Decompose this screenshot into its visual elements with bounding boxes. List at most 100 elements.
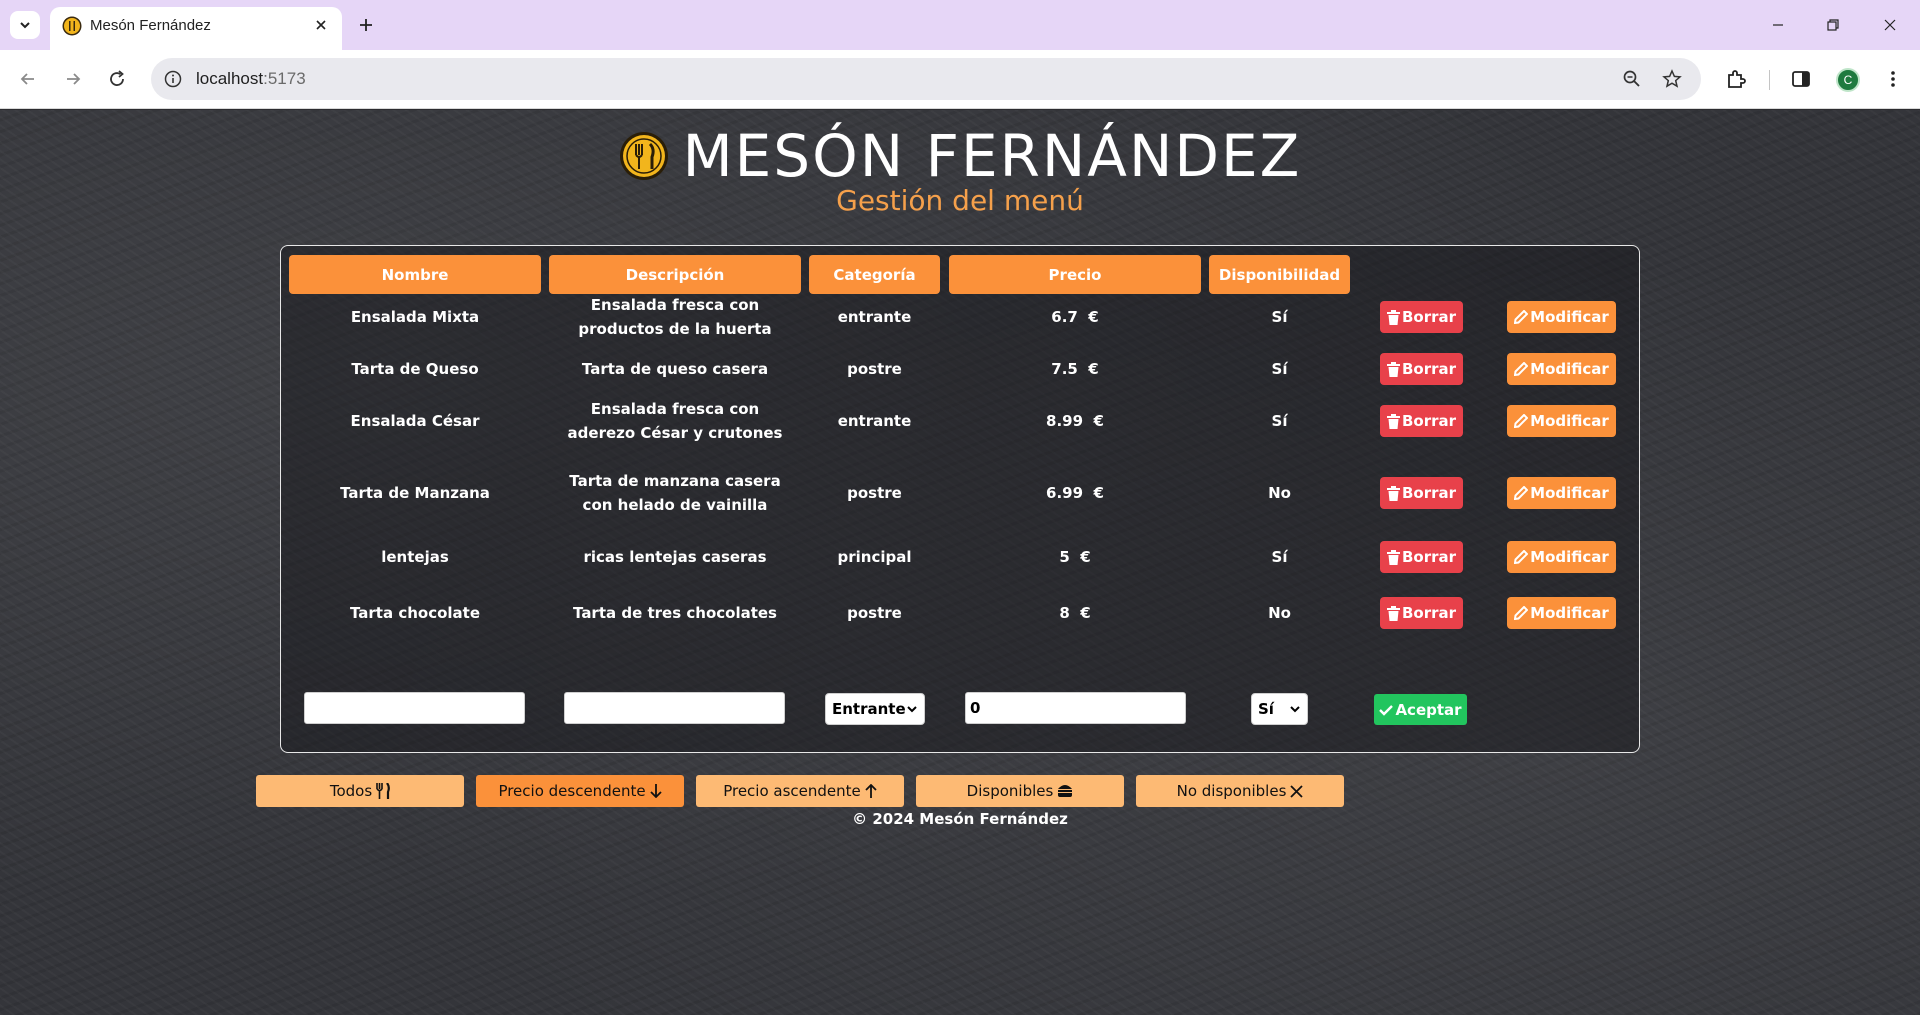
tab-search-button[interactable] bbox=[10, 11, 40, 39]
restore-icon bbox=[1827, 19, 1839, 31]
edit-button-label: Modificar bbox=[1530, 308, 1609, 326]
check-icon bbox=[1379, 704, 1394, 716]
cell-precio: 6.7 € bbox=[949, 293, 1201, 341]
delete-button[interactable]: Borrar bbox=[1380, 597, 1463, 629]
trash-icon bbox=[1386, 361, 1400, 377]
cell-precio: 7.5 € bbox=[949, 355, 1201, 383]
accept-button[interactable]: Aceptar bbox=[1374, 694, 1467, 725]
star-icon bbox=[1662, 69, 1682, 88]
info-icon bbox=[164, 70, 182, 88]
zoom-button[interactable] bbox=[1620, 67, 1644, 91]
cell-categoria: postre bbox=[847, 360, 902, 378]
filter-precio-ascendente-button[interactable]: Precio ascendente bbox=[696, 775, 904, 807]
edit-button[interactable]: Modificar bbox=[1507, 405, 1616, 437]
tab-close-button[interactable] bbox=[310, 14, 332, 36]
currency-symbol: € bbox=[1093, 484, 1104, 502]
delete-button[interactable]: Borrar bbox=[1380, 353, 1463, 385]
window-minimize-button[interactable] bbox=[1760, 10, 1796, 40]
categoria-select[interactable]: Entrante bbox=[825, 693, 925, 725]
edit-button[interactable]: Modificar bbox=[1507, 541, 1616, 573]
delete-button-label: Borrar bbox=[1401, 308, 1457, 326]
puzzle-icon bbox=[1728, 70, 1746, 88]
trash-icon bbox=[1386, 309, 1400, 325]
edit-button[interactable]: Modificar bbox=[1507, 301, 1616, 333]
page-title: MESÓN FERNÁNDEZ bbox=[682, 122, 1302, 190]
browser-menu-button[interactable] bbox=[1880, 66, 1906, 92]
delete-button-label: Borrar bbox=[1401, 604, 1457, 622]
cell-descripcion: Tarta de manzana casera con helado de va… bbox=[569, 472, 781, 514]
page-header: MESÓN FERNÁNDEZ Gestión del menú bbox=[0, 124, 1920, 217]
trash-icon bbox=[1386, 413, 1400, 429]
cell-nombre: lentejas bbox=[381, 548, 449, 566]
pencil-icon bbox=[1514, 310, 1529, 324]
currency-symbol: € bbox=[1088, 308, 1099, 326]
column-header-precio: Precio bbox=[949, 255, 1201, 294]
extensions-button[interactable] bbox=[1723, 66, 1749, 92]
delete-button[interactable]: Borrar bbox=[1380, 541, 1463, 573]
edit-button-label: Modificar bbox=[1530, 604, 1609, 622]
profile-avatar[interactable]: C bbox=[1836, 68, 1860, 92]
edit-button[interactable]: Modificar bbox=[1507, 597, 1616, 629]
trash-icon bbox=[1386, 605, 1400, 621]
minimize-icon bbox=[1773, 24, 1783, 26]
address-bar[interactable]: localhost:5173 bbox=[151, 58, 1701, 100]
url-host: localhost bbox=[196, 69, 264, 88]
filter-disponibles-button[interactable]: Disponibles bbox=[916, 775, 1124, 807]
filter-todos-button[interactable]: Todos bbox=[256, 775, 464, 807]
window-close-button[interactable] bbox=[1872, 10, 1908, 40]
window-restore-button[interactable] bbox=[1815, 10, 1851, 40]
delete-button-label: Borrar bbox=[1401, 412, 1457, 430]
precio-input[interactable]: 0 bbox=[965, 692, 1186, 724]
edit-button[interactable]: Modificar bbox=[1507, 477, 1616, 509]
delete-button[interactable]: Borrar bbox=[1380, 405, 1463, 437]
url-text[interactable]: localhost:5173 bbox=[196, 69, 306, 89]
cell-nombre: Ensalada Mixta bbox=[350, 308, 480, 326]
bookmark-button[interactable] bbox=[1660, 67, 1684, 91]
descripcion-input[interactable] bbox=[564, 692, 785, 724]
tab-title: Mesón Fernández bbox=[90, 17, 211, 34]
cell-descripcion: Tarta de queso casera bbox=[581, 360, 769, 378]
site-info-button[interactable] bbox=[161, 67, 185, 91]
edit-button[interactable]: Modificar bbox=[1507, 353, 1616, 385]
cell-descripcion: Ensalada fresca con aderezo César y crut… bbox=[567, 400, 783, 442]
side-panel-icon bbox=[1792, 71, 1810, 87]
edit-button-label: Modificar bbox=[1530, 412, 1609, 430]
delete-button[interactable]: Borrar bbox=[1380, 301, 1463, 333]
price-value: 6.7 bbox=[1051, 308, 1078, 326]
cell-categoria: principal bbox=[837, 548, 912, 566]
back-button[interactable] bbox=[13, 64, 43, 94]
price-value: 5 bbox=[1059, 548, 1070, 566]
column-header-categoria: Categoría bbox=[809, 255, 940, 294]
cell-disponibilidad: Sí bbox=[1271, 308, 1288, 326]
filter-label: Todos bbox=[329, 782, 373, 800]
arrow-up-icon bbox=[865, 784, 877, 798]
price-value: 7.5 bbox=[1051, 360, 1078, 378]
menu-table: Nombre Descripción Categoría Precio Disp… bbox=[280, 245, 1640, 753]
forward-button[interactable] bbox=[58, 64, 88, 94]
delete-button[interactable]: Borrar bbox=[1380, 477, 1463, 509]
cell-disponibilidad: Sí bbox=[1271, 412, 1288, 430]
new-tab-button[interactable] bbox=[352, 11, 380, 39]
reload-icon bbox=[110, 70, 124, 86]
currency-symbol: € bbox=[1080, 604, 1091, 622]
browser-tab-active[interactable]: Mesón Fernández bbox=[50, 7, 342, 50]
chevron-down-icon bbox=[907, 706, 917, 713]
chevron-down-icon bbox=[1290, 706, 1300, 713]
burger-icon bbox=[1058, 785, 1073, 797]
page-content: MESÓN FERNÁNDEZ Gestión del menú Nombre … bbox=[0, 110, 1920, 1015]
nombre-input[interactable] bbox=[304, 692, 525, 724]
close-icon bbox=[316, 20, 326, 30]
cell-categoria: entrante bbox=[837, 308, 912, 326]
reload-button[interactable] bbox=[102, 64, 132, 94]
currency-symbol: € bbox=[1088, 360, 1099, 378]
filter-label: Precio descendente bbox=[498, 782, 646, 800]
filter-precio-descendente-button[interactable]: Precio descendente bbox=[476, 775, 684, 807]
side-panel-button[interactable] bbox=[1788, 66, 1814, 92]
delete-button-label: Borrar bbox=[1401, 484, 1457, 502]
arrow-right-icon bbox=[67, 73, 81, 85]
filter-no-disponibles-button[interactable]: No disponibles bbox=[1136, 775, 1344, 807]
pencil-icon bbox=[1514, 414, 1529, 428]
column-header-disponibilidad: Disponibilidad bbox=[1209, 255, 1350, 294]
disponibilidad-select[interactable]: Sí bbox=[1251, 693, 1308, 725]
title-row: MESÓN FERNÁNDEZ bbox=[619, 124, 1302, 188]
